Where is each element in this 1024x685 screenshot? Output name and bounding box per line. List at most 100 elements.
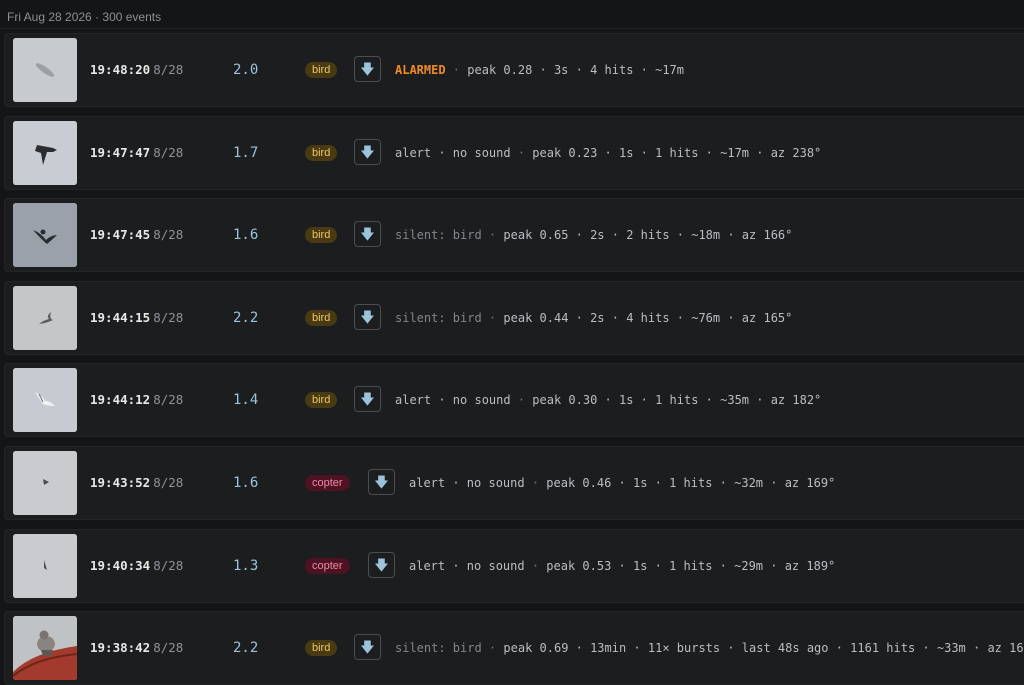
- detection-image: [13, 285, 77, 350]
- event-score: 1.3: [233, 557, 259, 574]
- download-button[interactable]: 🡇: [354, 56, 381, 82]
- silent-status: silent: bird: [395, 228, 482, 243]
- event-stats: peak 0.65 · 2s · 2 hits · ~18m · az 166°: [503, 228, 793, 243]
- detection-image: [13, 203, 77, 268]
- event-row[interactable]: 19:44:15 8/28 2.2 bird 🡇 silent: bird · peak …: [4, 280, 1024, 355]
- download-button[interactable]: 🡇: [354, 221, 381, 248]
- download-arrow-icon: 🡇: [360, 227, 375, 244]
- event-thumbnail[interactable]: [13, 38, 77, 102]
- event-time-value: 19:44:12: [90, 392, 151, 408]
- event-row[interactable]: 19:38:42 8/28 2.2 bird 🡇 silent: bird · peak …: [4, 611, 1024, 685]
- event-score: 1.4: [233, 392, 259, 409]
- event-date: 8/28: [153, 392, 184, 408]
- event-time-value: 19:40:34: [90, 557, 151, 573]
- detection-image: [13, 616, 77, 681]
- event-details: alert · no sound · peak 0.46 · 1s · 1 hi…: [409, 446, 835, 520]
- download-button[interactable]: 🡇: [354, 386, 381, 413]
- event-row[interactable]: 19:47:45 8/28 1.6 bird 🡇 silent: bird · peak …: [4, 198, 1024, 273]
- event-date: 8/28: [153, 227, 184, 243]
- class-badge: bird: [305, 144, 338, 161]
- event-stats: peak 0.46 · 1s · 1 hits · ~32m · az 169°: [546, 476, 836, 490]
- download-button[interactable]: 🡇: [354, 138, 381, 165]
- event-thumbnail[interactable]: [13, 120, 77, 185]
- event-details: alert · no sound · peak 0.53 · 1s · 1 hi…: [409, 529, 835, 603]
- separator: ·: [510, 145, 533, 160]
- event-row[interactable]: 19:44:12 8/28 1.4 bird 🡇 alert · no sound · p…: [4, 363, 1024, 438]
- event-stats: peak 0.44 · 2s · 4 hits · ~76m · az 165°: [503, 310, 793, 325]
- detection-image: [13, 451, 77, 515]
- event-time-value: 19:47:47: [90, 144, 151, 160]
- download-arrow-icon: 🡇: [360, 640, 375, 657]
- event-row[interactable]: 19:43:52 8/28 1.6 copter 🡇 alert · no sound ·…: [4, 446, 1024, 520]
- event-thumbnail[interactable]: [13, 203, 77, 268]
- event-time: 19:40:34 8/28: [90, 529, 183, 603]
- event-time: 19:44:15 8/28: [90, 281, 183, 355]
- separator: ·: [481, 228, 504, 243]
- event-details: alert · no sound · peak 0.30 · 1s · 1 hi…: [395, 363, 821, 437]
- event-score: 1.6: [233, 475, 259, 491]
- separator: ·: [524, 558, 547, 573]
- event-time-value: 19:47:45: [90, 227, 151, 243]
- alert-status: alert · no sound: [395, 393, 511, 408]
- class-badge: bird: [305, 227, 338, 244]
- event-time-value: 19:48:20: [90, 62, 151, 77]
- event-date: 8/28: [153, 144, 184, 160]
- event-date: 8/28: [153, 557, 184, 573]
- event-score: 2.2: [233, 640, 259, 657]
- separator: ·: [524, 476, 547, 490]
- event-details: silent: bird · peak 0.65 · 2s · 2 hits ·…: [395, 198, 792, 272]
- separator: ·: [445, 63, 468, 77]
- download-button[interactable]: 🡇: [354, 634, 381, 661]
- silent-status: silent: bird: [395, 310, 482, 325]
- alarmed-status: ALARMED: [395, 63, 446, 77]
- download-button[interactable]: 🡇: [354, 303, 381, 330]
- class-badge: copter: [305, 557, 350, 574]
- event-details: ALARMED · peak 0.28 · 3s · 4 hits · ~17m: [395, 33, 684, 107]
- download-arrow-icon: 🡇: [374, 475, 389, 491]
- event-stats: peak 0.30 · 1s · 1 hits · ~35m · az 182°: [532, 393, 822, 408]
- event-row[interactable]: 19:47:47 8/28 1.7 bird 🡇 alert · no sound · p…: [4, 115, 1024, 190]
- download-button[interactable]: 🡇: [368, 551, 395, 578]
- silent-status: silent: bird: [395, 641, 482, 656]
- separator: ·: [481, 310, 504, 325]
- event-stats: peak 0.23 · 1s · 1 hits · ~17m · az 238°: [532, 145, 822, 160]
- event-date: 8/28: [153, 475, 184, 490]
- alert-status: alert · no sound: [409, 476, 525, 490]
- event-date: 8/28: [153, 640, 184, 656]
- event-score: 2.0: [233, 62, 259, 78]
- event-stats: peak 0.69 · 13min · 11× bursts · last 48…: [503, 641, 1024, 656]
- event-time: 19:44:12 8/28: [90, 363, 183, 437]
- event-date: 8/28: [153, 309, 184, 325]
- event-thumbnail[interactable]: [13, 285, 77, 350]
- class-badge: bird: [305, 640, 338, 657]
- event-time: 19:38:42 8/28: [90, 611, 183, 685]
- detection-image: [13, 120, 77, 185]
- event-date: 8/28: [153, 62, 184, 77]
- event-thumbnail[interactable]: [13, 533, 77, 598]
- event-score: 1.6: [233, 227, 259, 244]
- event-time-value: 19:44:15: [90, 309, 151, 325]
- event-row[interactable]: 19:40:34 8/28 1.3 copter 🡇 alert · no sound ·…: [4, 528, 1024, 603]
- separator: ·: [481, 641, 504, 656]
- event-thumbnail[interactable]: [13, 616, 77, 681]
- detection-image: [13, 368, 77, 433]
- class-badge: copter: [305, 475, 350, 491]
- event-stats: peak 0.53 · 1s · 1 hits · ~29m · az 189°: [546, 558, 836, 573]
- event-details: alert · no sound · peak 0.23 · 1s · 1 hi…: [395, 116, 821, 190]
- download-arrow-icon: 🡇: [374, 557, 389, 574]
- event-thumbnail[interactable]: [13, 368, 77, 433]
- event-thumbnail[interactable]: [13, 451, 77, 515]
- event-row[interactable]: 19:48:20 8/28 2.0 bird 🡇 ALARMED · peak 0.28 …: [4, 33, 1024, 107]
- event-score: 1.7: [233, 144, 259, 161]
- event-stats: peak 0.28 · 3s · 4 hits · ~17m: [467, 63, 685, 77]
- download-arrow-icon: 🡇: [360, 62, 375, 78]
- event-time: 19:47:47 8/28: [90, 116, 183, 190]
- detection-image: [13, 533, 77, 598]
- download-button[interactable]: 🡇: [368, 469, 395, 495]
- download-arrow-icon: 🡇: [360, 144, 375, 161]
- events-summary: Fri Aug 28 2026 · 300 events: [0, 0, 1024, 29]
- event-time-value: 19:43:52: [90, 475, 151, 490]
- download-arrow-icon: 🡇: [360, 309, 375, 326]
- event-score: 2.2: [233, 309, 259, 326]
- separator: ·: [510, 393, 533, 408]
